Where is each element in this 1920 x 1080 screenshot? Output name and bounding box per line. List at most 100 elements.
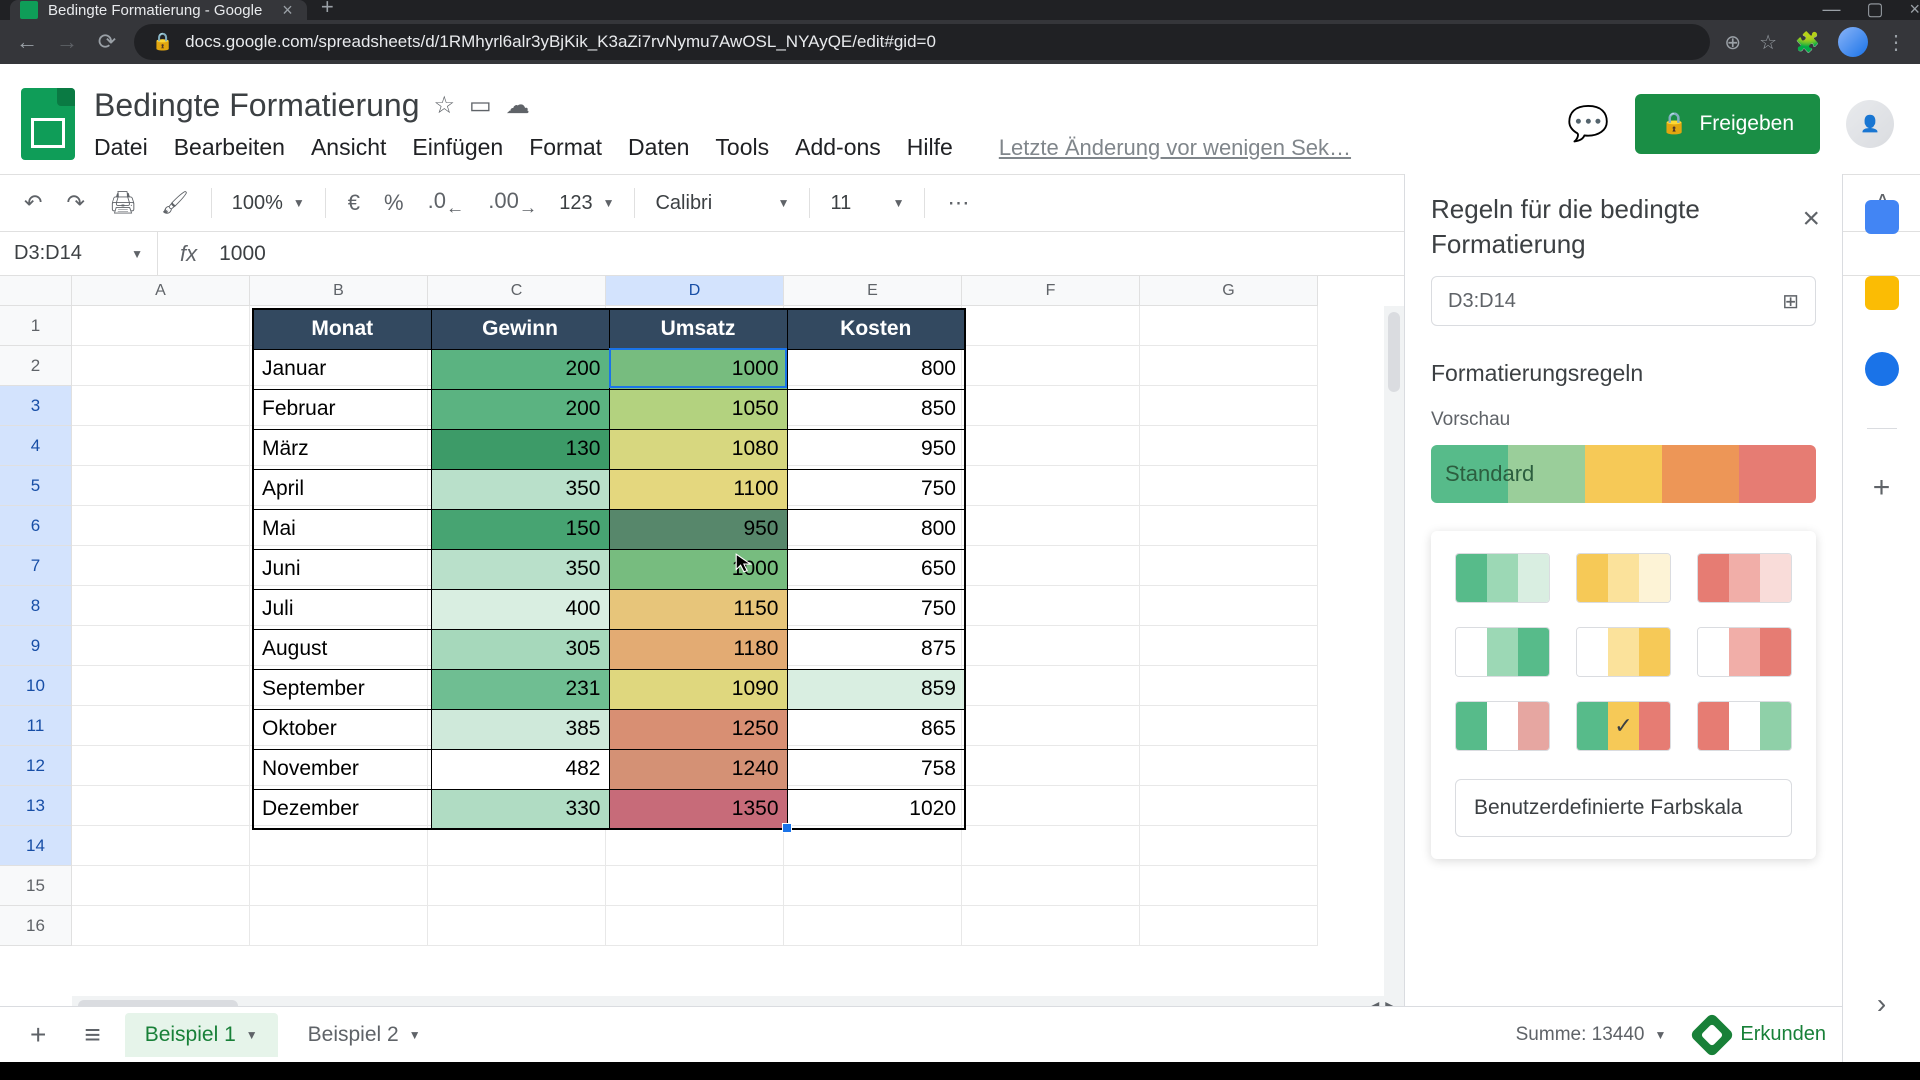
table-header[interactable]: Gewinn — [431, 309, 609, 349]
cell-kosten[interactable]: 750 — [787, 469, 965, 509]
explore-button[interactable]: Erkunden — [1696, 1019, 1826, 1051]
account-avatar[interactable]: 👤 — [1846, 100, 1894, 148]
last-edit-text[interactable]: Letzte Änderung vor wenigen Sek… — [999, 135, 1351, 161]
cell-umsatz[interactable]: 1150 — [609, 589, 787, 629]
row-header[interactable]: 5 — [0, 466, 72, 506]
cell[interactable] — [428, 906, 606, 946]
cell-month[interactable]: Mai — [253, 509, 431, 549]
forward-icon[interactable]: → — [54, 29, 80, 55]
cell[interactable] — [1140, 586, 1318, 626]
cell[interactable] — [1140, 466, 1318, 506]
menu-icon[interactable]: ⋮ — [1886, 30, 1906, 55]
extensions-icon[interactable]: 🧩 — [1795, 30, 1820, 55]
cell-month[interactable]: Januar — [253, 349, 431, 389]
cell[interactable] — [250, 906, 428, 946]
cell[interactable] — [72, 386, 250, 426]
cell-gewinn[interactable]: 400 — [431, 589, 609, 629]
palette-green-yellow-red[interactable] — [1576, 701, 1671, 751]
cell-month[interactable]: Juni — [253, 549, 431, 589]
window-close-icon[interactable]: × — [1909, 0, 1920, 20]
cell-month[interactable]: Dezember — [253, 789, 431, 829]
cell-umsatz[interactable]: 1050 — [609, 389, 787, 429]
custom-color-scale-button[interactable]: Benutzerdefinierte Farbskala — [1455, 779, 1792, 837]
row-header[interactable]: 12 — [0, 746, 72, 786]
cell[interactable] — [1140, 506, 1318, 546]
new-tab-button[interactable]: + — [307, 0, 348, 20]
cell[interactable] — [962, 506, 1140, 546]
cell[interactable] — [962, 706, 1140, 746]
row-header[interactable]: 1 — [0, 306, 72, 346]
column-header[interactable]: D — [606, 276, 784, 306]
cell-umsatz[interactable]: 950 — [609, 509, 787, 549]
row-header[interactable]: 10 — [0, 666, 72, 706]
bookmark-icon[interactable]: ☆ — [1759, 30, 1777, 55]
column-header[interactable]: F — [962, 276, 1140, 306]
more-tools-icon[interactable]: ⋯ — [937, 182, 979, 224]
cell-umsatz[interactable]: 1080 — [609, 429, 787, 469]
cell-month[interactable]: September — [253, 669, 431, 709]
star-icon[interactable]: ☆ — [434, 91, 456, 120]
cell-month[interactable]: Februar — [253, 389, 431, 429]
cell[interactable] — [1140, 346, 1318, 386]
selection-handle[interactable] — [782, 823, 792, 833]
cell-umsatz[interactable]: 1350 — [609, 789, 787, 829]
column-header[interactable]: A — [72, 276, 250, 306]
increase-decimal-button[interactable]: .00→ — [478, 180, 547, 226]
close-tab-icon[interactable]: × — [282, 0, 293, 21]
cell-month[interactable]: März — [253, 429, 431, 469]
cell-month[interactable]: April — [253, 469, 431, 509]
window-maximize-icon[interactable]: ▢ — [1866, 0, 1883, 20]
column-header[interactable]: B — [250, 276, 428, 306]
cell-kosten[interactable]: 875 — [787, 629, 965, 669]
cell[interactable] — [784, 866, 962, 906]
cell[interactable] — [962, 626, 1140, 666]
url-input[interactable]: 🔒 docs.google.com/spreadsheets/d/1RMhyrl… — [134, 24, 1710, 60]
cell[interactable] — [962, 426, 1140, 466]
cell[interactable] — [1140, 706, 1318, 746]
sheet-tab-2[interactable]: Beispiel 2▼ — [288, 1013, 441, 1057]
cell-kosten[interactable]: 859 — [787, 669, 965, 709]
cell[interactable] — [72, 746, 250, 786]
decrease-decimal-button[interactable]: .0← — [418, 180, 475, 226]
cell[interactable] — [1140, 906, 1318, 946]
cell[interactable] — [72, 786, 250, 826]
column-header[interactable]: C — [428, 276, 606, 306]
cell[interactable] — [428, 826, 606, 866]
tasks-app-icon[interactable] — [1865, 352, 1899, 386]
close-panel-icon[interactable]: × — [1802, 202, 1820, 236]
cell[interactable] — [1140, 666, 1318, 706]
cell[interactable] — [72, 626, 250, 666]
cell-umsatz[interactable]: 1250 — [609, 709, 787, 749]
table-header[interactable]: Kosten — [787, 309, 965, 349]
font-select[interactable]: Calibri▼ — [647, 192, 797, 215]
cell-kosten[interactable]: 850 — [787, 389, 965, 429]
menu-datei[interactable]: Datei — [94, 134, 148, 161]
row-header[interactable]: 8 — [0, 586, 72, 626]
vertical-scrollbar[interactable] — [1384, 306, 1404, 996]
print-icon[interactable]: 🖨 — [99, 182, 147, 224]
cell[interactable] — [962, 306, 1140, 346]
currency-button[interactable]: € — [338, 182, 370, 224]
cell[interactable] — [72, 506, 250, 546]
cell[interactable] — [1140, 546, 1318, 586]
cell[interactable] — [606, 906, 784, 946]
back-icon[interactable]: ← — [14, 29, 40, 55]
row-header[interactable]: 4 — [0, 426, 72, 466]
row-header[interactable]: 6 — [0, 506, 72, 546]
cell[interactable] — [606, 826, 784, 866]
cell-kosten[interactable]: 800 — [787, 509, 965, 549]
redo-icon[interactable]: ↷ — [56, 182, 94, 224]
column-header[interactable]: G — [1140, 276, 1318, 306]
cell-gewinn[interactable]: 200 — [431, 349, 609, 389]
cell[interactable] — [1140, 626, 1318, 666]
menu-hilfe[interactable]: Hilfe — [907, 134, 953, 161]
menu-tools[interactable]: Tools — [715, 134, 769, 161]
cell-gewinn[interactable]: 385 — [431, 709, 609, 749]
cell[interactable] — [962, 346, 1140, 386]
cell-month[interactable]: Juli — [253, 589, 431, 629]
select-all-corner[interactable] — [0, 276, 72, 306]
formula-value[interactable]: 1000 — [219, 242, 266, 266]
cell-month[interactable]: August — [253, 629, 431, 669]
row-header[interactable]: 9 — [0, 626, 72, 666]
cell[interactable] — [1140, 826, 1318, 866]
